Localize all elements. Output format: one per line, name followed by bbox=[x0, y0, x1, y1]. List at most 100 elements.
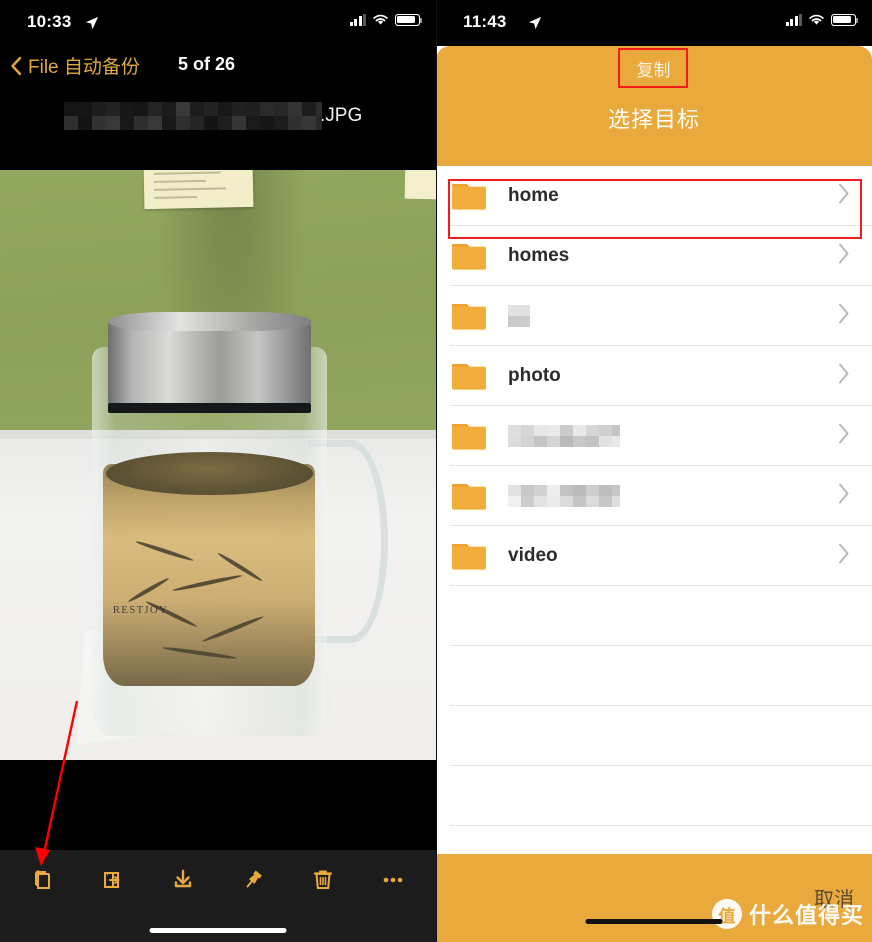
glass-mug: RESTJOY bbox=[92, 347, 327, 736]
sticky-note-center bbox=[143, 170, 253, 209]
redacted-folder-name bbox=[508, 305, 530, 327]
folder-icon bbox=[450, 478, 494, 514]
chevron-right-icon bbox=[837, 423, 850, 445]
status-bar-left: 10:33 bbox=[0, 0, 436, 46]
chevron-right-icon bbox=[837, 303, 850, 325]
folder-icon bbox=[450, 298, 494, 334]
status-indicators bbox=[350, 13, 421, 26]
chevron-right-icon bbox=[837, 483, 850, 505]
back-button[interactable]: File 自动备份 bbox=[10, 52, 140, 79]
copy-pages-icon bbox=[29, 866, 57, 894]
empty-list-row bbox=[436, 706, 872, 766]
filename-display: .JPG bbox=[64, 102, 362, 130]
steel-lid-top bbox=[108, 312, 311, 331]
folder-icon bbox=[450, 418, 494, 454]
folder-row[interactable] bbox=[436, 286, 872, 346]
copy-button[interactable] bbox=[21, 858, 65, 902]
chevron-left-icon bbox=[10, 56, 22, 76]
photo-image[interactable]: RESTJOY bbox=[0, 170, 436, 760]
disclosure-chevron bbox=[837, 543, 850, 570]
folder-row[interactable]: photo bbox=[436, 346, 872, 406]
wifi-icon bbox=[808, 13, 825, 26]
chevron-right-icon bbox=[837, 183, 850, 205]
home-indicator bbox=[150, 928, 287, 933]
folder-icon bbox=[450, 238, 494, 274]
folder-icon bbox=[450, 418, 494, 454]
sheet-title: 选择目标 bbox=[436, 102, 872, 134]
folder-row[interactable] bbox=[436, 466, 872, 526]
sticky-note-right bbox=[405, 170, 436, 200]
disclosure-chevron bbox=[837, 243, 850, 270]
status-bar-right: 11:43 bbox=[436, 0, 872, 46]
watermark-text: 什么值得买 bbox=[749, 898, 864, 930]
row-separator bbox=[450, 825, 872, 826]
status-indicators bbox=[786, 13, 857, 26]
folder-name: home bbox=[508, 185, 559, 207]
chevron-right-icon bbox=[837, 363, 850, 385]
empty-list-row bbox=[436, 586, 872, 646]
pushpin-icon bbox=[239, 866, 267, 894]
download-button[interactable] bbox=[161, 858, 205, 902]
move-out-icon bbox=[99, 866, 127, 894]
battery-icon bbox=[395, 14, 420, 26]
folder-icon bbox=[450, 298, 494, 334]
redacted-filename bbox=[64, 102, 322, 130]
disclosure-chevron bbox=[837, 423, 850, 450]
more-button[interactable] bbox=[371, 858, 415, 902]
empty-list-row bbox=[436, 766, 872, 826]
folder-row[interactable] bbox=[436, 406, 872, 466]
location-arrow-icon bbox=[528, 16, 542, 30]
wifi-icon bbox=[372, 13, 389, 26]
left-pane-photo-viewer: 10:33 File 自动备份 5 of 26 .JPG RESTJOY bbox=[0, 0, 436, 942]
photo-toolbar bbox=[0, 850, 436, 942]
location-arrow-icon bbox=[85, 16, 99, 30]
dual-screenshot-composite: 10:33 File 自动备份 5 of 26 .JPG RESTJOY 11:… bbox=[0, 0, 872, 942]
ellipsis-icon bbox=[379, 866, 407, 894]
pane-divider bbox=[436, 0, 437, 942]
folder-icon bbox=[450, 538, 494, 574]
tea-surface bbox=[106, 452, 313, 495]
watermark: 值 什么值得买 bbox=[712, 898, 864, 930]
pin-button[interactable] bbox=[231, 858, 275, 902]
folder-row[interactable]: homes bbox=[436, 226, 872, 286]
status-time: 11:43 bbox=[463, 12, 507, 32]
nav-bar: File 自动备份 5 of 26 bbox=[0, 46, 436, 90]
empty-list-row bbox=[436, 646, 872, 706]
folder-name: homes bbox=[508, 245, 569, 267]
disclosure-chevron bbox=[837, 303, 850, 330]
folder-icon bbox=[450, 178, 494, 214]
delete-button[interactable] bbox=[301, 858, 345, 902]
disclosure-chevron bbox=[837, 483, 850, 510]
chevron-right-icon bbox=[837, 243, 850, 265]
home-indicator bbox=[586, 919, 723, 924]
cellular-signal-icon bbox=[350, 14, 367, 26]
redacted-folder-name bbox=[508, 425, 620, 447]
mug-brand-text: RESTJOY bbox=[113, 604, 168, 616]
folder-row[interactable]: home bbox=[436, 166, 872, 226]
folder-row[interactable]: video bbox=[436, 526, 872, 586]
folder-name: photo bbox=[508, 365, 561, 387]
filename-extension: .JPG bbox=[320, 105, 362, 127]
move-button[interactable] bbox=[91, 858, 135, 902]
battery-icon bbox=[831, 14, 856, 26]
folder-icon bbox=[450, 358, 494, 394]
photo-counter: 5 of 26 bbox=[178, 54, 235, 75]
copy-highlight-box bbox=[618, 48, 688, 88]
disclosure-chevron bbox=[837, 363, 850, 390]
disclosure-chevron bbox=[837, 183, 850, 210]
back-label: File 自动备份 bbox=[28, 52, 140, 79]
folder-list[interactable]: home homes photo video bbox=[436, 166, 872, 854]
chevron-right-icon bbox=[837, 543, 850, 565]
folder-icon bbox=[450, 358, 494, 394]
status-time: 10:33 bbox=[27, 12, 71, 32]
filename-row: .JPG bbox=[0, 90, 436, 148]
steel-lid bbox=[108, 320, 311, 406]
redacted-folder-name bbox=[508, 485, 620, 507]
folder-icon bbox=[450, 538, 494, 574]
cellular-signal-icon bbox=[786, 14, 803, 26]
watermark-logo: 值 bbox=[712, 899, 742, 929]
folder-name: video bbox=[508, 545, 558, 567]
folder-icon bbox=[450, 178, 494, 214]
folder-icon bbox=[450, 478, 494, 514]
sheet-footer: 取消 值 什么值得买 bbox=[436, 854, 872, 942]
